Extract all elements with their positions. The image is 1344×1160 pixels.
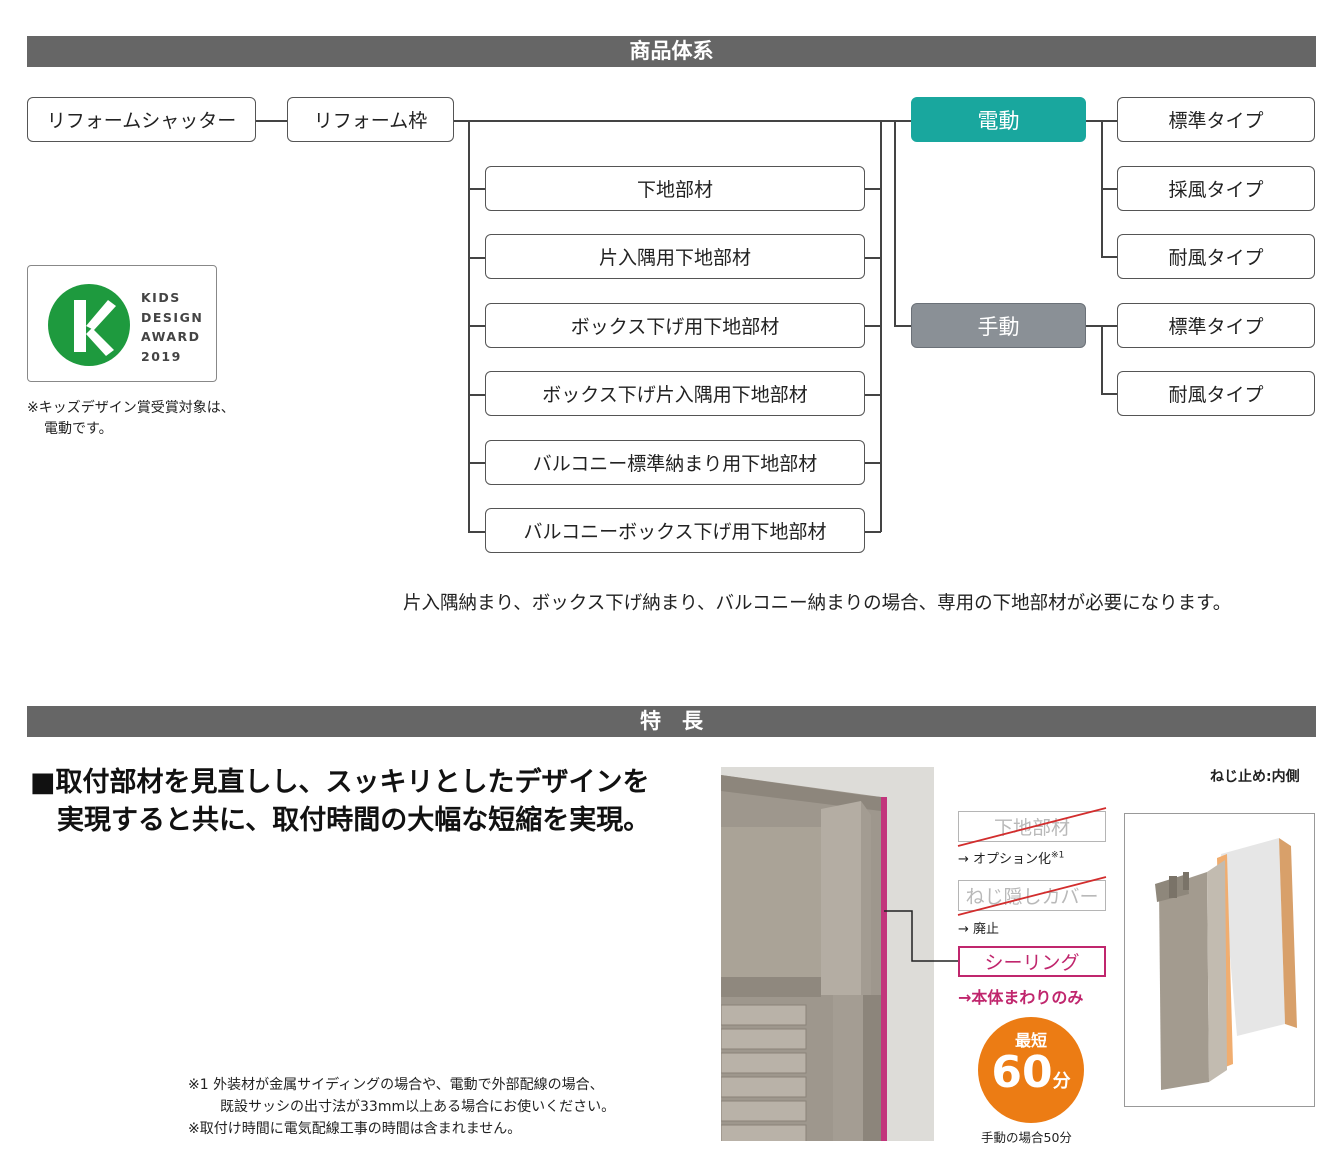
node-manual: 手動 (911, 303, 1086, 348)
node-electric-type: 採風タイプ (1117, 166, 1315, 211)
removed-screw-cover-note: → 廃止 (958, 922, 1000, 937)
strikethrough-icon (957, 807, 1107, 847)
node-electric: 電動 (911, 97, 1086, 142)
connector (894, 120, 896, 326)
feature-footnotes: ※1 外装材が金属サイディングの場合や、電動で外部配線の場合、 既設サッシの出寸… (188, 1077, 616, 1137)
award-note: ※キッズデザイン賞受賞対象は、 電動です。 (27, 400, 235, 437)
node-base-part: バルコニー標準納まり用下地部材 (485, 440, 865, 485)
removed-base-parts-note: → オプション化※1 (958, 850, 1065, 867)
screw-position-label: ねじ止め:内側 (1210, 769, 1300, 785)
node-base-part: バルコニーボックス下げ用下地部材 (485, 508, 865, 553)
feature-headline: ■取付部材を見直しし、スッキリとしたデザインを 実現すると共に、取付時間の大幅な… (30, 767, 651, 836)
node-manual-type: 標準タイプ (1117, 303, 1315, 348)
sealing-note: →本体まわりのみ (958, 988, 1084, 1007)
node-reform-shutter: リフォームシャッター (27, 97, 256, 142)
strikethrough-icon (957, 876, 1107, 916)
time-badge-caption: 手動の場合50分 (981, 1130, 1072, 1145)
kids-design-award-card: KIDS DESIGN AWARD 2019 (27, 265, 217, 382)
node-electric-type: 標準タイプ (1117, 97, 1315, 142)
node-manual-type: 耐風タイプ (1117, 371, 1315, 416)
lineup-note: 片入隅納まり、ボックス下げ納まり、バルコニー納まりの場合、専用の下地部材が必要に… (403, 593, 1232, 614)
connector (894, 325, 911, 327)
kids-design-award-logo-icon (48, 284, 130, 366)
callout-line (884, 910, 958, 962)
node-base-part: ボックス下げ用下地部材 (485, 303, 865, 348)
node-reform-frame: リフォーム枠 (287, 97, 454, 142)
lineup-section-header: 商品体系 (27, 36, 1316, 67)
time-badge: 最短 60分 (978, 1017, 1084, 1123)
node-base-part: ボックス下げ片入隅用下地部材 (485, 371, 865, 416)
sealing-box: シーリング (958, 946, 1106, 977)
frame-section-detail-image (1124, 813, 1315, 1107)
node-electric-type: 耐風タイプ (1117, 234, 1315, 279)
connector (256, 120, 287, 122)
node-base-part: 下地部材 (485, 166, 865, 211)
frame-section-illustration (1125, 814, 1314, 1106)
kids-design-award-text: KIDS DESIGN AWARD 2019 (141, 290, 204, 364)
connector (454, 120, 911, 122)
features-section-header: 特 長 (27, 706, 1316, 737)
node-base-part: 片入隅用下地部材 (485, 234, 865, 279)
